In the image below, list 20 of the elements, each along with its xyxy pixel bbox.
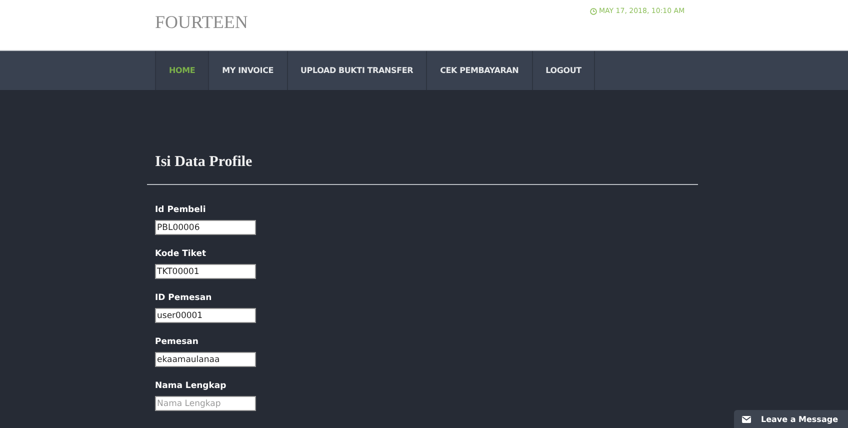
field-label: Id Pembeli: [155, 205, 207, 215]
field-label: ID Pemesan: [155, 293, 213, 303]
field-label: Kode Tiket: [155, 249, 208, 259]
site-title: FOURTEEN: [155, 12, 248, 33]
page-heading: Isi Data Profile: [155, 154, 254, 171]
leave-message-button[interactable]: Leave a Message: [734, 410, 848, 428]
input-field[interactable]: TKT00001: [155, 264, 256, 279]
nav-tab[interactable]: UPLOAD BUKTI TRANSFER: [288, 51, 428, 90]
field-label: Nama Lengkap: [155, 381, 228, 391]
clock-icon: [590, 8, 597, 14]
input-field[interactable]: PBL00006: [155, 220, 256, 235]
nav-tab[interactable]: MY INVOICE: [209, 51, 288, 90]
field-label: Pemesan: [155, 337, 200, 347]
input-field[interactable]: ekaamaulanaa: [155, 352, 256, 367]
mail-icon: [742, 416, 751, 422]
input-field[interactable]: Nama Lengkap: [155, 396, 256, 411]
nav-tab[interactable]: CEK PEMBAYARAN: [427, 51, 533, 90]
nav-tab[interactable]: LOGOUT: [532, 51, 596, 90]
nav-tab[interactable]: HOME: [155, 51, 210, 90]
input-field[interactable]: user00001: [155, 308, 256, 323]
